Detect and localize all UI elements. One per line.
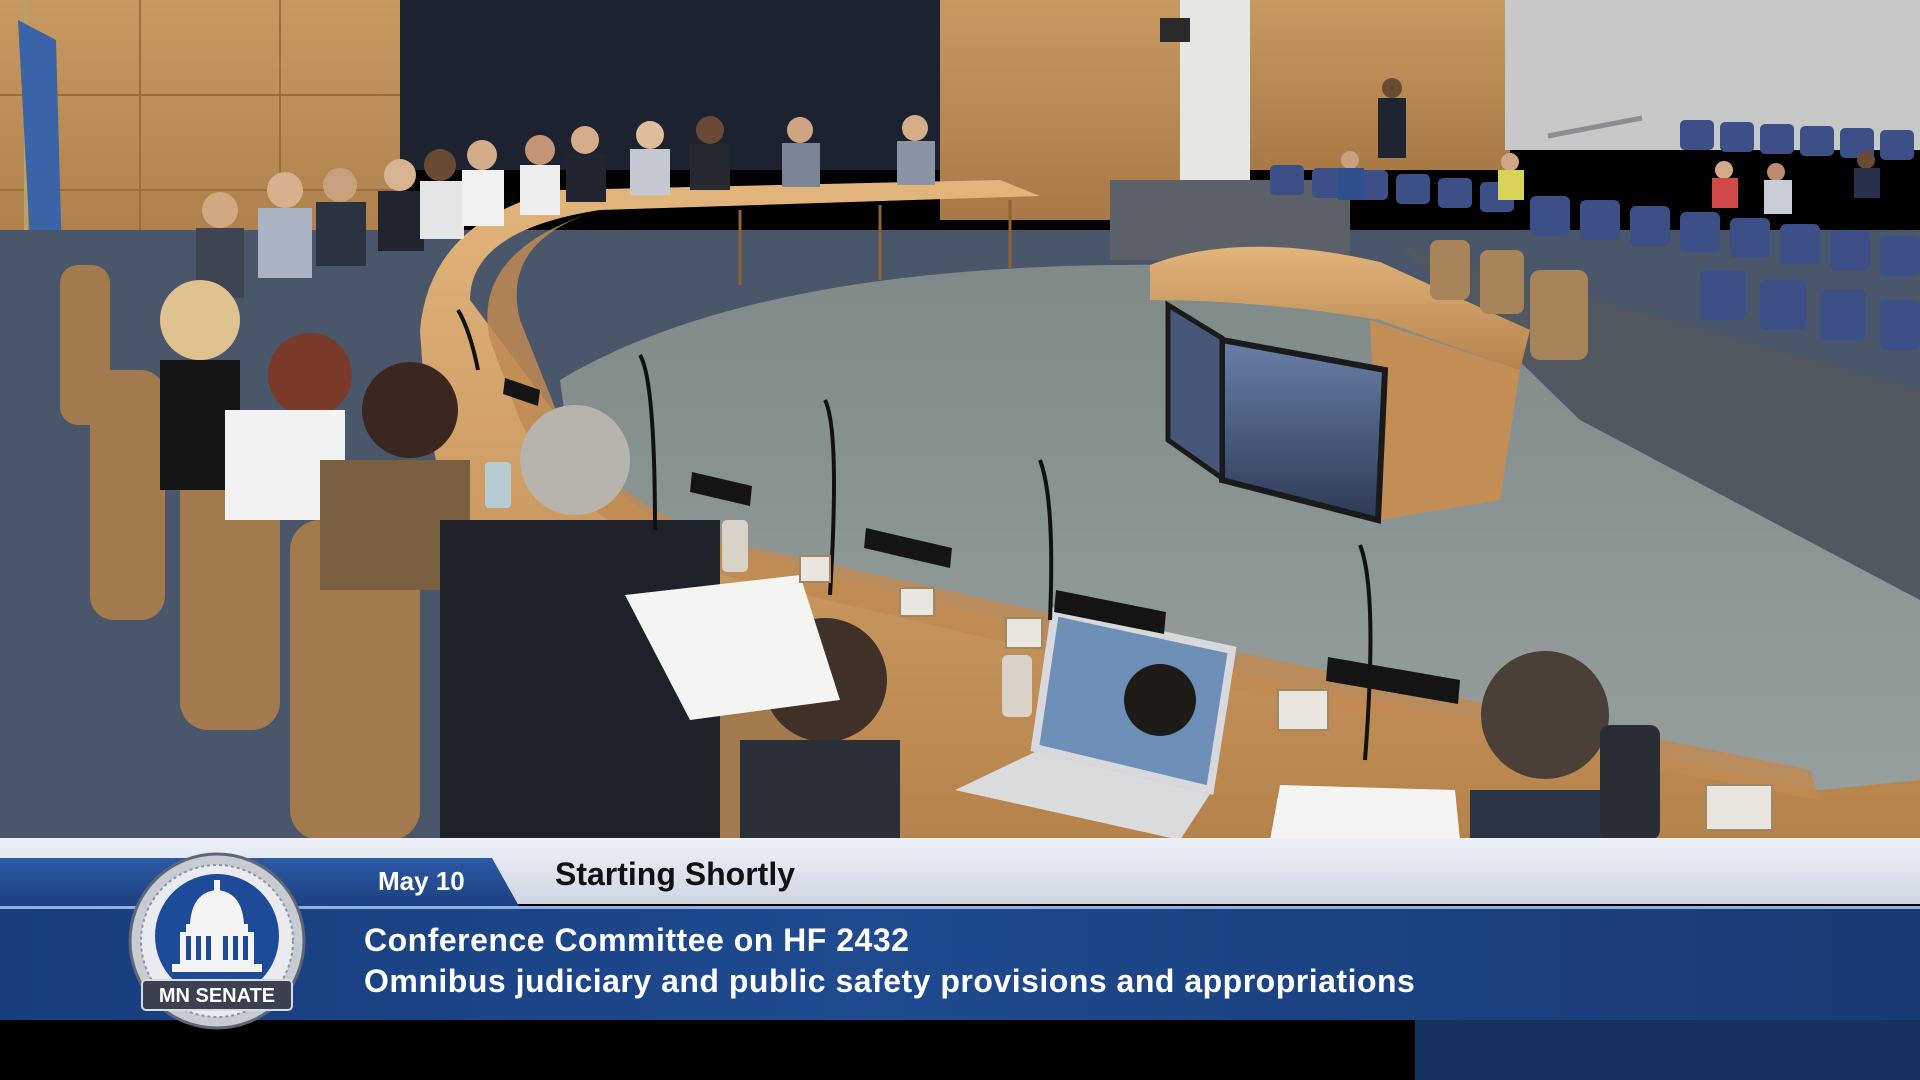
soda-can-2 — [1002, 655, 1032, 717]
seal-text: MN SENATE — [159, 985, 275, 1007]
soda-can — [722, 520, 748, 572]
bottom-band-right — [1415, 1020, 1920, 1080]
broadcast-status: Starting Shortly — [555, 856, 796, 892]
water-bottle — [1600, 725, 1660, 840]
meeting-room-scene — [0, 0, 1920, 840]
wall-camera — [1160, 18, 1190, 42]
broadcast-subtitle: Omnibus judiciary and public safety prov… — [364, 963, 1416, 999]
video-frame: May 10 Starting Shortly Conference Commi… — [0, 0, 1920, 1080]
laptop-wallpaper-dog — [1124, 664, 1196, 736]
white-pillar — [1180, 0, 1250, 200]
papers-right — [1270, 785, 1460, 840]
broadcast-date: May 10 — [378, 866, 465, 896]
mn-senate-seal-logo: MN SENATE — [128, 852, 306, 1030]
broadcast-title: Conference Committee on HF 2432 — [364, 922, 910, 958]
cup — [485, 462, 511, 508]
